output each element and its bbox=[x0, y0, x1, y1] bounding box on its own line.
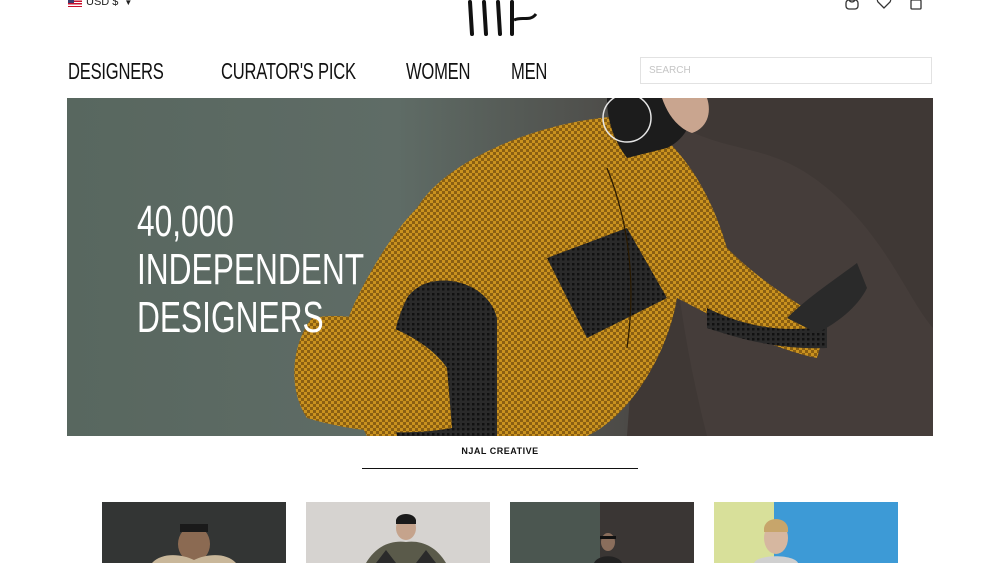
top-bar: USD $ ▼ bbox=[0, 0, 1000, 36]
hero-banner[interactable]: 40,000 INDEPENDENT DESIGNERS bbox=[67, 98, 933, 436]
user-icon[interactable] bbox=[844, 0, 860, 10]
caret-down-icon: ▼ bbox=[124, 0, 133, 7]
hero-headline: 40,000 INDEPENDENT DESIGNERS bbox=[137, 198, 364, 342]
currency-label: USD $ bbox=[86, 0, 119, 8]
search-input[interactable] bbox=[640, 57, 932, 84]
hero-caption[interactable]: NJAL CREATIVE bbox=[362, 446, 638, 456]
nav-item-men[interactable]: MEN bbox=[511, 58, 547, 85]
heart-icon[interactable] bbox=[876, 0, 892, 10]
hero-line-1: 40,000 bbox=[137, 197, 234, 246]
thumbnail-3[interactable] bbox=[510, 502, 694, 563]
thumbnail-1[interactable] bbox=[102, 502, 286, 563]
caption-underline bbox=[362, 468, 638, 469]
currency-selector[interactable]: USD $ ▼ bbox=[68, 0, 132, 8]
main-nav: DESIGNERS CURATOR'S PICK WOMEN MEN bbox=[68, 58, 561, 85]
nav-item-curators-pick[interactable]: CURATOR'S PICK bbox=[221, 58, 356, 85]
njal-logo[interactable] bbox=[462, 0, 538, 36]
nav-item-women[interactable]: WOMEN bbox=[406, 58, 470, 85]
hero-line-2: INDEPENDENT bbox=[137, 245, 365, 294]
thumbnail-4[interactable] bbox=[714, 502, 898, 563]
bag-icon[interactable] bbox=[908, 0, 924, 10]
hero-line-3: DESIGNERS bbox=[137, 293, 324, 342]
thumbnail-2[interactable] bbox=[306, 502, 490, 563]
nav-item-designers[interactable]: DESIGNERS bbox=[68, 58, 164, 85]
us-flag-icon bbox=[68, 0, 82, 7]
